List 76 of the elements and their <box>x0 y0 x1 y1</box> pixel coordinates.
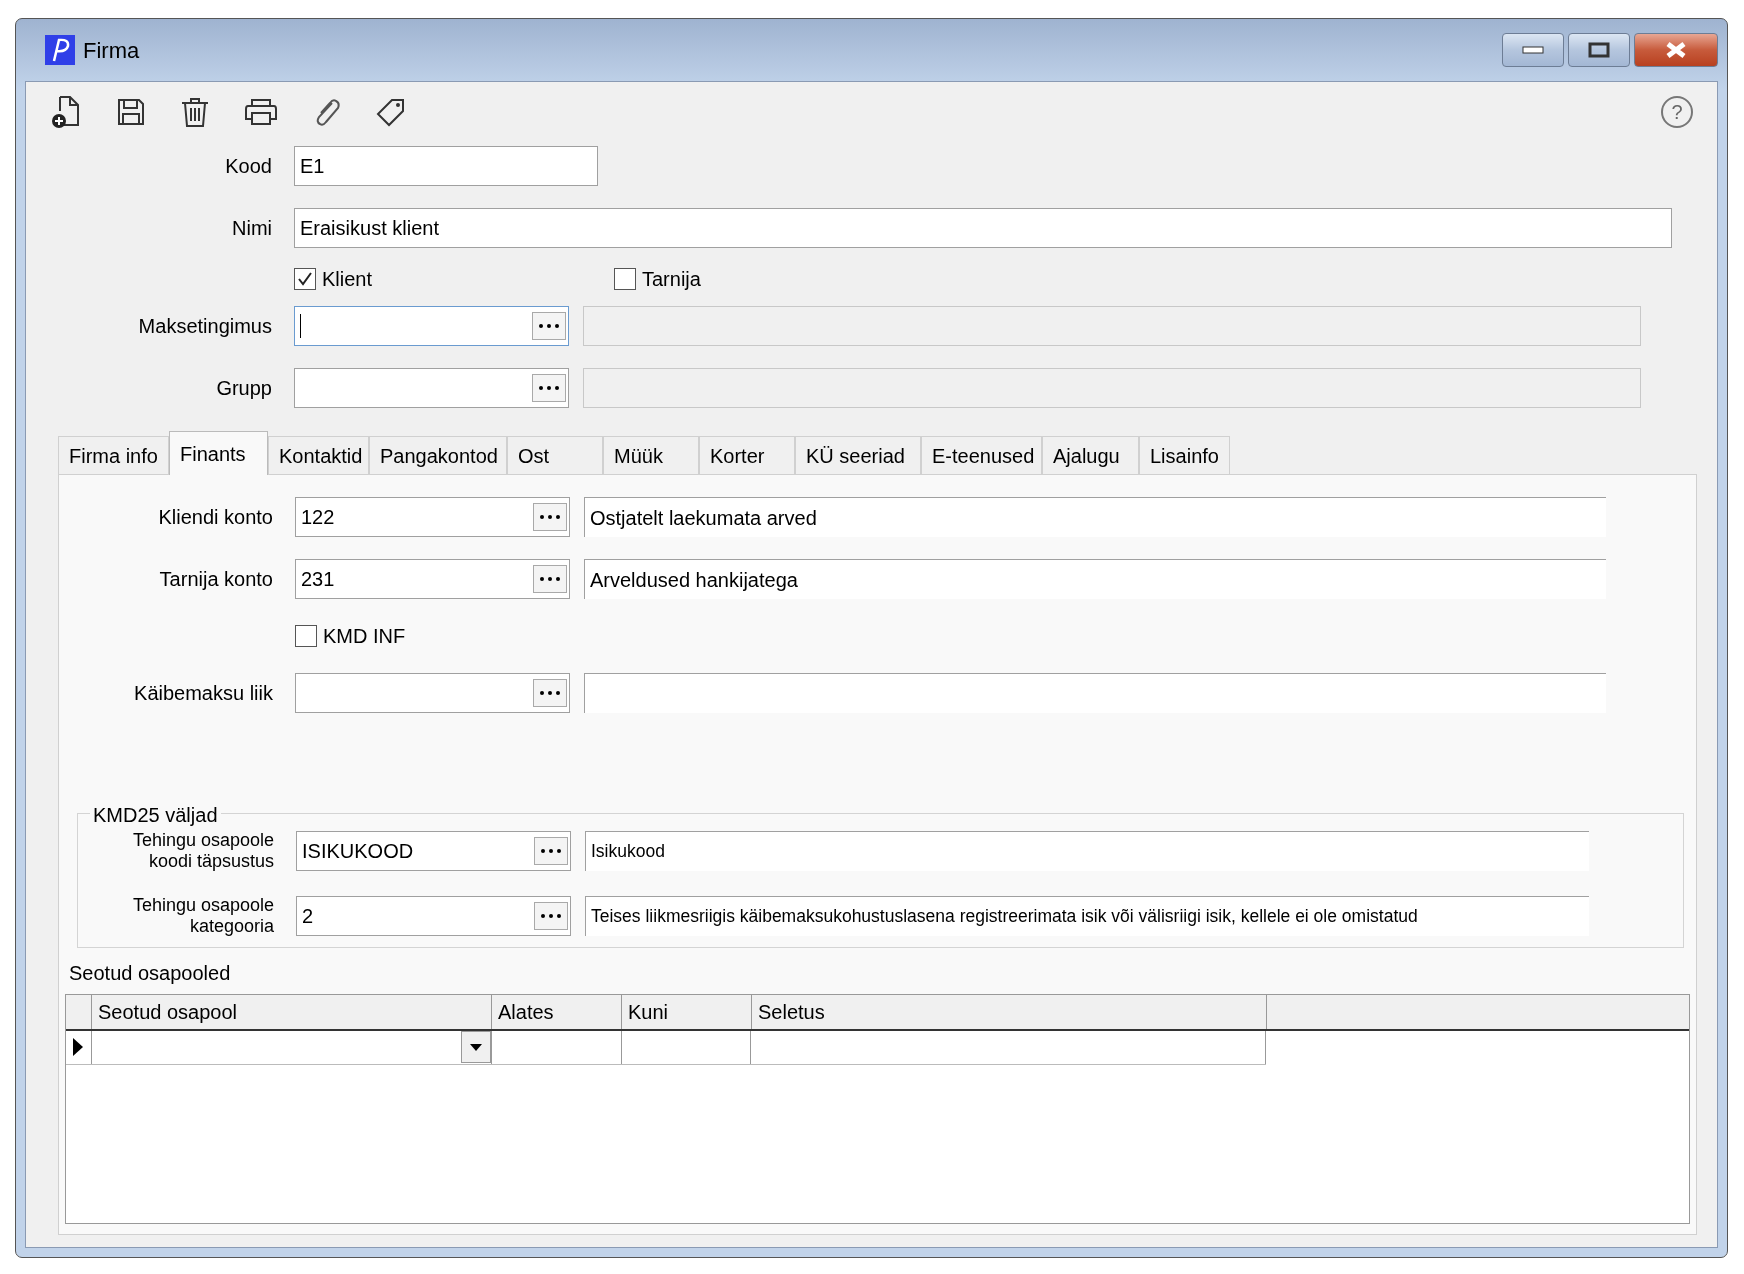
browse-button[interactable] <box>533 565 567 593</box>
trash-icon[interactable] <box>180 96 210 128</box>
field-label: Tehingu osapoole kategooria <box>131 895 275 937</box>
tab[interactable]: Lisainfo <box>1139 436 1230 474</box>
field-label: Grupp <box>215 376 273 401</box>
lookup-field[interactable]: ISIKUKOOD <box>296 830 571 871</box>
caret-icon <box>469 1043 482 1051</box>
field-label: Kood <box>224 154 273 179</box>
checkbox[interactable] <box>294 268 316 290</box>
lookup-field[interactable]: 2 <box>296 896 571 937</box>
lookup-field[interactable]: 122 <box>295 497 570 537</box>
row-pointer-icon <box>72 1037 85 1058</box>
text-field[interactable]: E1 <box>294 146 598 186</box>
app-logo-icon <box>45 35 75 65</box>
tag-icon[interactable] <box>376 97 406 127</box>
maximize-button[interactable] <box>1568 33 1630 67</box>
lookup-field[interactable]: 231 <box>295 559 570 599</box>
ellipsis-icon <box>538 385 560 391</box>
section-title: Seotud osapooled <box>69 960 231 986</box>
tab[interactable]: Kontaktid <box>268 436 369 474</box>
ellipsis-icon <box>540 847 562 854</box>
lookup-field[interactable] <box>294 368 569 408</box>
ellipsis-icon <box>540 913 562 920</box>
field-label: Maksetingimus <box>137 314 273 339</box>
tab[interactable]: Pangakontod <box>369 436 507 474</box>
close-icon <box>1664 41 1688 59</box>
text-field[interactable]: Eraisikust klient <box>294 208 1672 248</box>
browse-button[interactable] <box>533 679 567 707</box>
field-label: Kliendi konto <box>157 505 274 530</box>
field-label: Tehingu osapoole koodi täpsustus <box>131 830 275 872</box>
checkbox[interactable] <box>614 268 636 290</box>
tab[interactable]: Firma info <box>58 436 169 474</box>
column-header[interactable]: Kuni <box>622 994 752 1029</box>
browse-button[interactable] <box>534 836 568 865</box>
minimize-button[interactable] <box>1502 33 1564 67</box>
column-header[interactable]: Seletus <box>752 994 1267 1029</box>
help-button[interactable]: ? <box>1661 96 1693 128</box>
checkbox-label: Tarnija <box>642 267 701 292</box>
description-field: Isikukood <box>585 830 1589 871</box>
ellipsis-icon <box>539 576 561 582</box>
tab[interactable]: Finants <box>169 431 268 475</box>
description-field: Teises liikmesriigis käibemaksukohustuslasena registreerimata isik või välisriigi isik, kellele ei ole omistatud <box>585 896 1589 937</box>
description-field: Ostjatelt laekumata arved <box>584 497 1606 537</box>
ellipsis-icon <box>539 690 561 696</box>
description-field: Arveldused hankijatega <box>584 559 1606 599</box>
browse-button[interactable] <box>534 902 568 931</box>
tab[interactable]: E-teenused <box>921 436 1042 474</box>
tab[interactable]: Müük <box>603 436 699 474</box>
tab[interactable]: Ajalugu <box>1042 436 1139 474</box>
checkbox-label: KMD INF <box>323 624 406 649</box>
maximize-icon <box>1588 42 1610 58</box>
dropdown-button[interactable] <box>460 1031 491 1064</box>
lookup-field[interactable] <box>294 306 569 346</box>
print-icon[interactable] <box>244 97 278 127</box>
field-label: Tarnija konto <box>158 567 274 592</box>
browse-button[interactable] <box>532 374 566 402</box>
field-label: Käibemaksu liik <box>133 681 274 706</box>
tab[interactable]: Ost <box>507 436 603 474</box>
checkbox-label: Klient <box>322 267 373 292</box>
tab[interactable]: Korter <box>699 436 795 474</box>
ellipsis-icon <box>538 323 560 329</box>
save-icon[interactable] <box>116 97 146 127</box>
checkbox[interactable] <box>295 625 317 647</box>
tab[interactable]: KÜ seeriad <box>795 436 921 474</box>
new-document-icon[interactable] <box>50 95 82 129</box>
ellipsis-icon <box>539 514 561 520</box>
close-button[interactable] <box>1634 33 1718 67</box>
window-title: Firma <box>83 36 140 65</box>
column-header[interactable]: Seotud osapool <box>92 994 492 1029</box>
minimize-icon <box>1522 46 1544 54</box>
field-label: Nimi <box>231 216 273 241</box>
checkmark-icon <box>296 270 314 288</box>
lookup-field[interactable] <box>295 673 570 713</box>
column-header[interactable]: Alates <box>492 994 622 1029</box>
browse-button[interactable] <box>533 503 567 531</box>
browse-button[interactable] <box>532 312 566 340</box>
